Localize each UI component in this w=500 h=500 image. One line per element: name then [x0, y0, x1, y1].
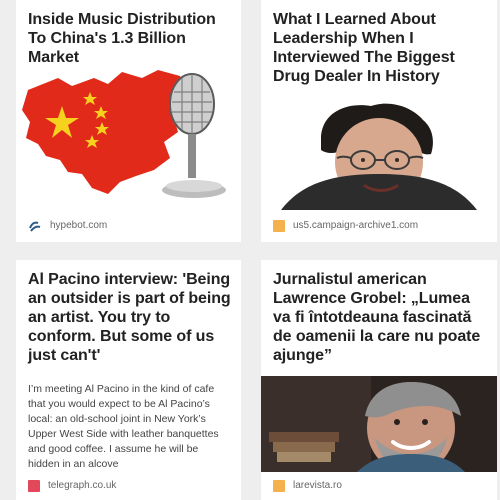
source-domain[interactable]: larevista.ro — [293, 480, 342, 492]
source-domain[interactable]: hypebot.com — [50, 220, 107, 232]
article-excerpt: I’m meeting Al Pacino in the kind of caf… — [28, 383, 219, 470]
article-source[interactable]: hypebot.com — [28, 218, 231, 234]
article-source[interactable]: telegraph.co.uk — [28, 478, 231, 494]
hypebot-icon — [28, 219, 42, 233]
article-image[interactable] — [16, 58, 241, 208]
source-domain[interactable]: us5.campaign-archive1.com — [293, 220, 418, 232]
article-image[interactable] — [261, 376, 497, 472]
article-card-leadership[interactable]: What I Learned About Leadership When I I… — [261, 0, 497, 242]
article-title[interactable]: Jurnalistul american Lawrence Grobel: „L… — [273, 270, 487, 365]
china-microphone-illustration — [22, 70, 226, 198]
man-with-books-photo — [261, 376, 497, 472]
source-domain[interactable]: telegraph.co.uk — [48, 480, 116, 492]
portrait-image — [261, 98, 497, 210]
article-title[interactable]: What I Learned About Leadership When I I… — [273, 10, 487, 86]
larevista-icon — [273, 480, 285, 492]
article-title[interactable]: Al Pacino interview: 'Being an outsider … — [28, 270, 231, 365]
article-source[interactable]: us5.campaign-archive1.com — [273, 218, 487, 234]
article-card-music-distribution[interactable]: Inside Music Distribution To China's 1.3… — [16, 0, 241, 242]
telegraph-icon — [28, 480, 40, 492]
article-card-lawrence-grobel[interactable]: Jurnalistul american Lawrence Grobel: „L… — [261, 260, 497, 500]
article-source[interactable]: larevista.ro — [273, 478, 487, 494]
article-card-al-pacino[interactable]: Al Pacino interview: 'Being an outsider … — [16, 260, 241, 500]
article-image[interactable] — [261, 98, 497, 210]
campaign-archive-icon — [273, 220, 285, 232]
